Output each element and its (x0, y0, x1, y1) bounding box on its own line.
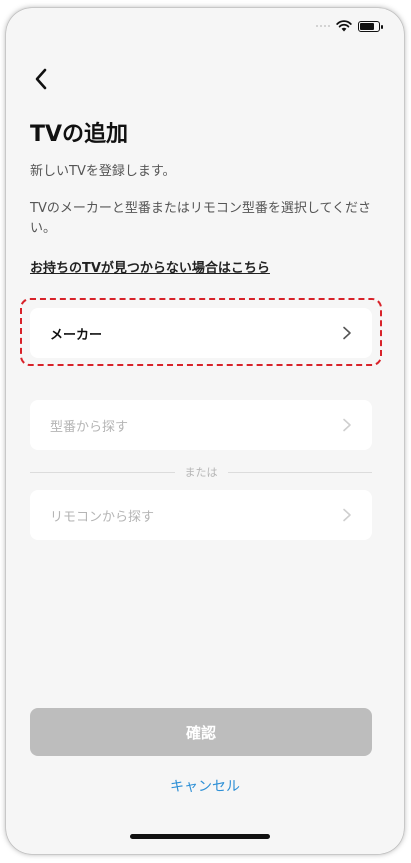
divider-line-left (30, 471, 175, 473)
tv-not-found-link[interactable]: お持ちのTVが見つからない場合はこちら (30, 257, 270, 276)
chevron-right-icon (343, 508, 351, 522)
search-by-remote-label: リモコンから探す (50, 509, 155, 525)
search-by-remote-row[interactable]: リモコンから探す (30, 490, 372, 540)
chevron-right-icon (343, 418, 351, 432)
phone-screen: TVの追加 新しいTVを登録します。 TVのメーカーと型番またはリモコン型番を選… (6, 8, 404, 854)
home-indicator (130, 834, 270, 839)
status-bar (316, 20, 383, 32)
battery-icon (358, 20, 383, 32)
intro-line-2: TVのメーカーと型番またはリモコン型番を選択してください。 (30, 201, 372, 236)
intro-text: 新しいTVを登録します。 TVのメーカーと型番またはリモコン型番を選択してくださ… (30, 160, 380, 239)
confirm-button[interactable]: 確認 (30, 708, 372, 756)
or-label: または (184, 466, 218, 479)
cancel-button[interactable]: キャンセル (6, 776, 404, 796)
or-divider: または (30, 464, 372, 480)
maker-select-row[interactable]: メーカー (30, 308, 372, 358)
chevron-right-icon (343, 326, 351, 340)
wifi-icon (336, 20, 352, 32)
cellular-signal-icon (316, 25, 330, 27)
search-by-model-row[interactable]: 型番から探す (30, 400, 372, 450)
search-by-model-label: 型番から探す (50, 419, 129, 435)
divider-line-right (227, 471, 372, 473)
back-button[interactable] (28, 66, 54, 92)
intro-line-1: 新しいTVを登録します。 (30, 164, 176, 179)
page-title: TVの追加 (30, 122, 129, 147)
maker-label: メーカー (50, 327, 103, 343)
chevron-left-icon (35, 68, 47, 90)
